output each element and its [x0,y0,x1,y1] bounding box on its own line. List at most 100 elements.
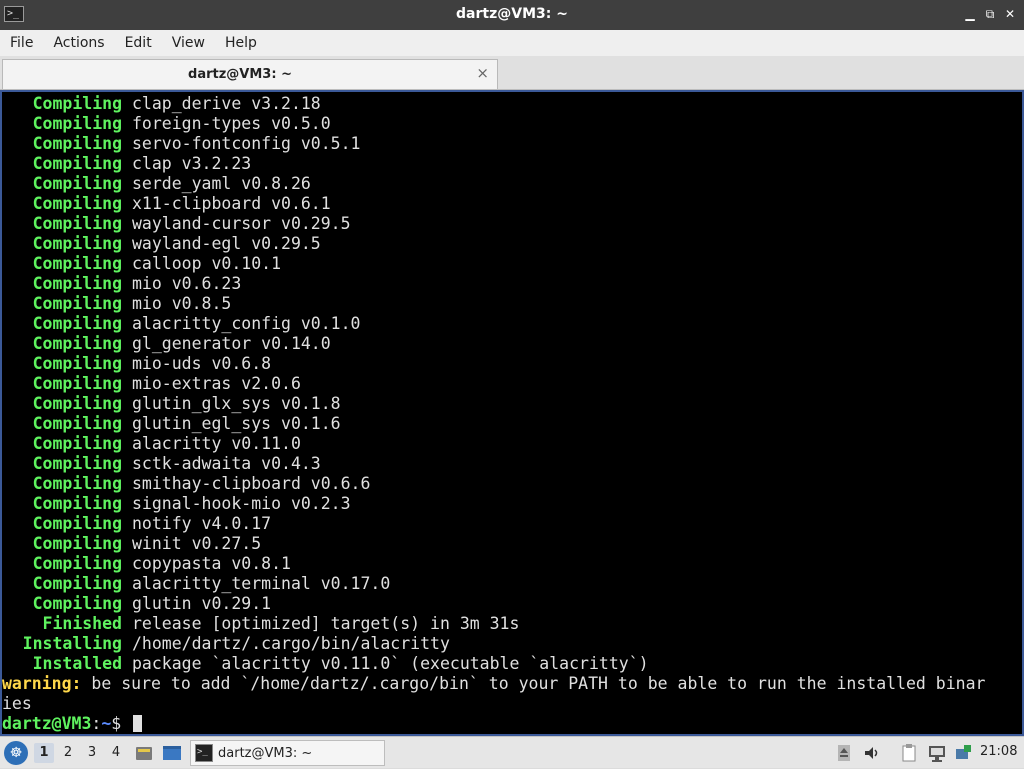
cargo-status: Compiling [32,514,122,533]
terminal-lines: Compiling clap_derive v3.2.18 Compiling for… [2,94,985,734]
cargo-status: Compiling [32,334,122,353]
terminal-line: Compiling alacritty_terminal v0.17.0 [2,574,985,594]
workspace-2[interactable]: 2 [58,743,78,763]
cargo-message: mio-extras v2.0.6 [132,374,301,393]
cargo-status: Installing [22,634,122,653]
tab-terminal[interactable]: dartz@VM3: ~ × [2,59,498,89]
terminal-line: Compiling clap v3.2.23 [2,154,985,174]
cargo-status: Compiling [32,154,122,173]
eject-icon[interactable] [834,743,854,763]
cargo-message: glutin_glx_sys v0.1.8 [132,394,341,413]
terminal-line: Compiling alacritty_config v0.1.0 [2,314,985,334]
warning-text: be sure to add `/home/dartz/.cargo/bin` … [81,674,986,693]
tab-label: dartz@VM3: ~ [188,67,292,82]
terminal-line: Compiling sctk-adwaita v0.4.3 [2,454,985,474]
cargo-status: Compiling [32,574,122,593]
workspace-4[interactable]: 4 [106,743,126,763]
cargo-message: alacritty v0.11.0 [132,434,301,453]
menu-actions[interactable]: Actions [43,30,114,56]
terminal-line: Compiling wayland-egl v0.29.5 [2,234,985,254]
terminal-icon: >_ [195,744,213,762]
terminal-line: Compiling winit v0.27.5 [2,534,985,554]
terminal-line: Compiling notify v4.0.17 [2,514,985,534]
terminal-line: Compiling copypasta v0.8.1 [2,554,985,574]
cargo-message: glutin_egl_sys v0.1.6 [132,414,341,433]
terminal-line: Compiling gl_generator v0.14.0 [2,334,985,354]
terminal-line: Compiling glutin_egl_sys v0.1.6 [2,414,985,434]
cargo-message: alacritty_config v0.1.0 [132,314,361,333]
cargo-message: signal-hook-mio v0.2.3 [132,494,351,513]
volume-icon[interactable] [862,743,882,763]
warning-line: warning: be sure to add `/home/dartz/.ca… [2,674,985,694]
warning-wrap-line: ies [2,694,32,713]
terminal-line: Compiling foreign-types v0.5.0 [2,114,985,134]
menu-edit[interactable]: Edit [115,30,162,56]
cargo-message: sctk-adwaita v0.4.3 [132,454,321,473]
cargo-message: /home/dartz/.cargo/bin/alacritty [132,634,450,653]
cargo-status: Compiling [32,554,122,573]
cargo-status: Compiling [32,534,122,553]
taskbar-terminal-label: dartz@VM3: ~ [218,746,313,761]
warning-label: warning: [2,674,82,693]
cargo-message: release [optimized] target(s) in 3m 31s [132,614,520,633]
shell-prompt[interactable]: dartz@VM3:~$ [2,714,985,734]
update-notifier-icon[interactable] [953,743,973,763]
cargo-status: Compiling [32,394,122,413]
cargo-message: mio v0.6.23 [132,274,242,293]
terminal-line: Compiling clap_derive v3.2.18 [2,94,985,114]
text-cursor [133,715,143,732]
file-manager-icon[interactable] [134,743,154,763]
close-window-button[interactable]: ✕ [1002,6,1018,22]
cargo-status: Compiling [32,294,122,313]
terminal-line: Compiling glutin_glx_sys v0.1.8 [2,394,985,414]
cargo-status: Compiling [32,454,122,473]
cargo-status: Installed [32,654,122,673]
clock[interactable]: 21:08 [980,744,1017,759]
menu-view[interactable]: View [162,30,215,56]
cargo-message: copypasta v0.8.1 [132,554,291,573]
network-icon[interactable] [927,743,947,763]
terminal-line: Compiling mio v0.6.23 [2,274,985,294]
maximize-button[interactable]: ⧉ [982,6,998,22]
terminal-line: Compiling alacritty v0.11.0 [2,434,985,454]
cargo-message: foreign-types v0.5.0 [132,114,331,133]
cargo-status: Compiling [32,114,122,133]
prompt-user: dartz@VM3 [2,714,92,733]
cargo-message: wayland-egl v0.29.5 [132,234,321,253]
workspace-1[interactable]: 1 [34,743,54,763]
terminal-line: Finished release [optimized] target(s) in… [2,614,985,634]
cargo-status: Compiling [32,254,122,273]
cargo-message: notify v4.0.17 [132,514,272,533]
terminal-line: Compiling mio-uds v0.6.8 [2,354,985,374]
window-titlebar[interactable]: >_ dartz@VM3: ~ ▁ ⧉ ✕ [0,0,1024,30]
cargo-status: Compiling [32,94,122,113]
prompt-path: ~ [101,714,112,733]
minimize-button[interactable]: ▁ [962,6,978,22]
cargo-status: Compiling [32,314,122,333]
cargo-message: servo-fontconfig v0.5.1 [132,134,361,153]
workspace-3[interactable]: 3 [82,743,102,763]
terminal-line: Compiling glutin v0.29.1 [2,594,985,614]
menu-file[interactable]: File [0,30,43,56]
show-desktop-icon[interactable] [162,743,182,763]
prompt-separator: : [91,714,102,733]
cargo-status: Compiling [32,174,122,193]
clipboard-icon[interactable] [899,743,919,763]
cargo-status: Compiling [32,194,122,213]
cargo-status: Compiling [32,434,122,453]
terminal-line: Compiling calloop v0.10.1 [2,254,985,274]
cargo-message: glutin v0.29.1 [132,594,272,613]
terminal-line: Installing/home/dartz/.cargo/bin/alacrit… [2,634,985,654]
taskbar-terminal-button[interactable]: >_ dartz@VM3: ~ [190,740,385,766]
cargo-message: gl_generator v0.14.0 [132,334,331,353]
cargo-message: x11-clipboard v0.6.1 [132,194,331,213]
taskbar: ☸ 1 2 3 4 >_ dartz@VM3: ~ 21:08 [0,736,1024,768]
cargo-status: Compiling [32,594,122,613]
cargo-message: winit v0.27.5 [132,534,262,553]
menu-bar: File Actions Edit View Help [0,30,1024,56]
tab-close-icon[interactable]: × [476,64,489,82]
terminal-output[interactable]: Compiling clap_derive v3.2.18 Compiling for… [0,90,1024,736]
menu-help[interactable]: Help [215,30,267,56]
cargo-message: clap v3.2.23 [132,154,252,173]
start-menu-icon[interactable]: ☸ [4,741,28,765]
